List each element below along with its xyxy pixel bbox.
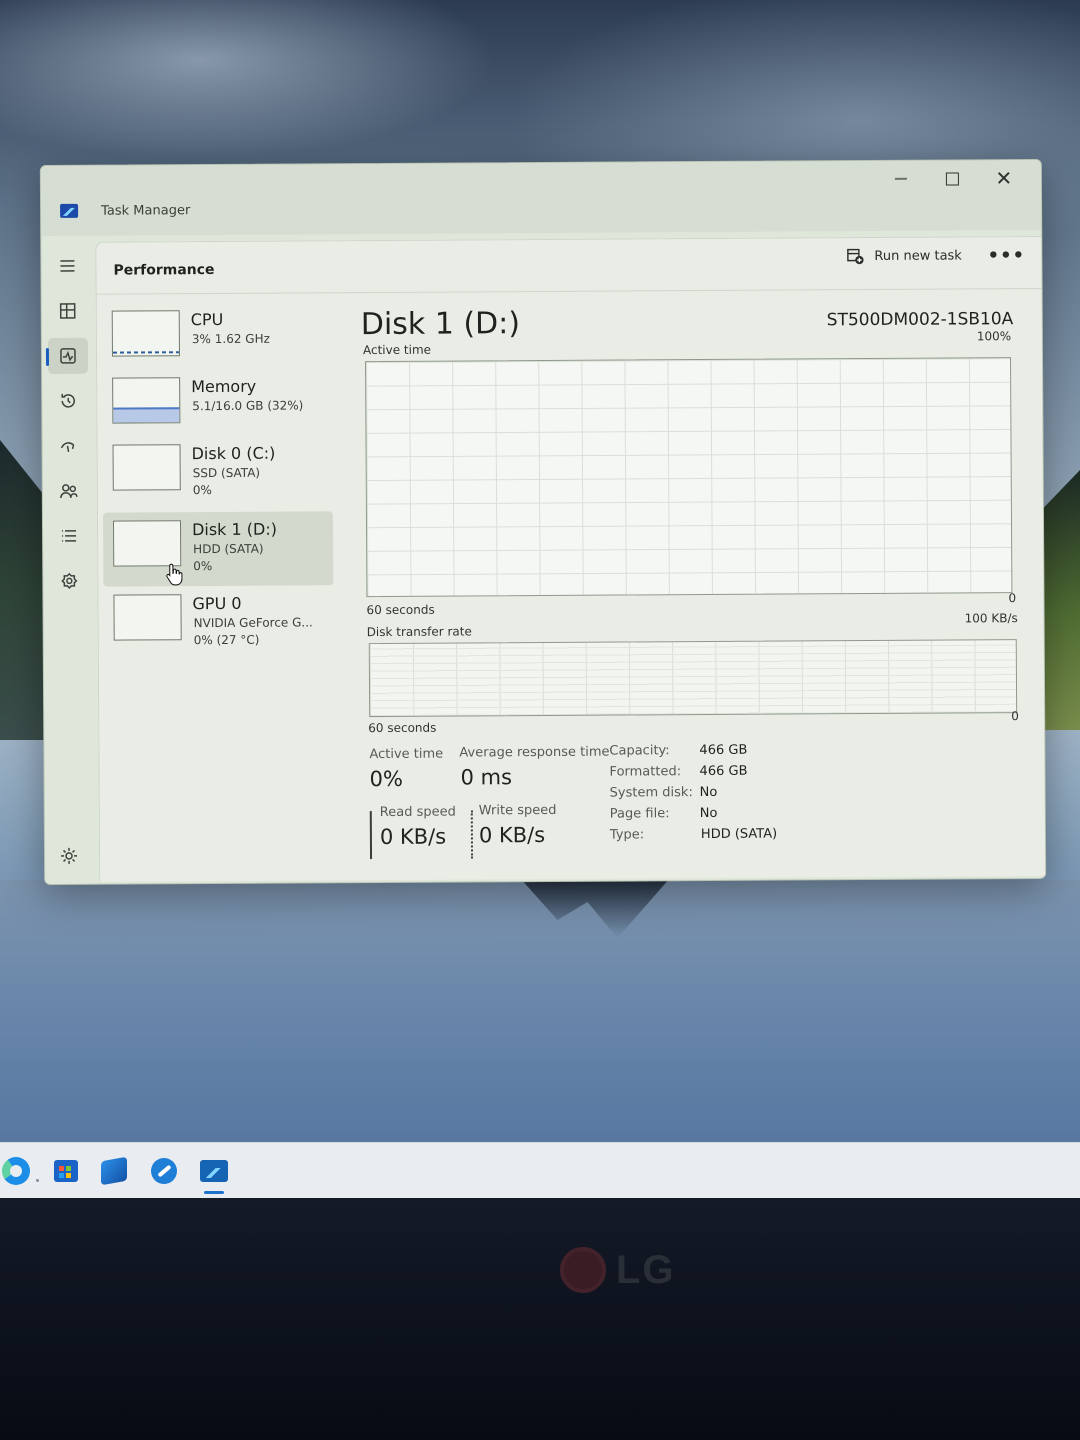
transfer-rate-graph-min: 0 — [1011, 709, 1019, 724]
page-file-value: No — [699, 805, 718, 822]
hand-cursor-icon — [166, 563, 183, 586]
device-list: CPU 3% 1.62 GHz Memory 5.1/16.0 GB (32%)… — [102, 301, 336, 882]
task-manager-window: Task Manager ✕ Performance Run new task … — [39, 158, 1047, 886]
nav-rail — [41, 236, 97, 885]
capacity-label: Capacity: — [609, 743, 670, 759]
formatted-value: 466 GB — [699, 763, 748, 780]
task-manager-app-icon — [60, 203, 79, 218]
edge-icon[interactable] — [2, 1157, 30, 1185]
active-time-stat-value: 0% — [369, 766, 403, 792]
write-speed-label: Write speed — [478, 802, 557, 819]
transfer-rate-graph — [368, 639, 1018, 718]
capacity-value: 466 GB — [699, 742, 748, 759]
page-file-label: Page file: — [609, 806, 670, 822]
device-detail: SSD (SATA) — [192, 465, 261, 481]
taskbar-active-indicator — [204, 1191, 224, 1194]
transfer-rate-graph-label: Disk transfer rate — [366, 624, 472, 640]
disk1-thumbnail-graph — [112, 520, 182, 567]
gpu-thumbnail-graph — [113, 594, 182, 641]
device-disk-1[interactable]: Disk 1 (D:) HDD (SATA) 0% — [102, 511, 334, 587]
window-title: Task Manager — [101, 203, 191, 219]
device-detail: HDD (SATA) — [193, 541, 264, 557]
startup-apps-icon[interactable] — [48, 428, 88, 464]
run-new-task-label: Run new task — [874, 247, 962, 264]
taskbar — [0, 1142, 1080, 1198]
device-gpu-0[interactable]: GPU 0 NVIDIA GeForce G... 0% (27 °C) — [103, 585, 333, 660]
type-value: HDD (SATA) — [700, 826, 778, 843]
page-title: Performance — [113, 262, 215, 279]
details-icon[interactable] — [49, 518, 89, 554]
memory-thumbnail-graph — [112, 377, 181, 424]
lg-logo-icon — [560, 1247, 606, 1293]
services-icon[interactable] — [49, 563, 89, 599]
active-time-graph-max: 100% — [976, 329, 1012, 344]
monitor-brand-text: LG — [616, 1247, 676, 1292]
system-disk-label: System disk: — [609, 785, 693, 801]
active-time-graph-min: 0 — [1008, 591, 1017, 606]
device-disk-0[interactable]: Disk 0 (C:) SSD (SATA) 0% — [102, 435, 332, 510]
system-disk-value: No — [699, 784, 718, 801]
app-history-icon[interactable] — [48, 383, 88, 419]
active-time-graph — [365, 357, 1013, 598]
more-options-button[interactable]: ••• — [988, 241, 1026, 269]
hamburger-icon[interactable] — [47, 248, 87, 284]
disk-model: ST500DM002-1SB10A — [826, 309, 1014, 331]
device-usage: 0% — [192, 483, 212, 498]
active-time-graph-timespan: 60 seconds — [366, 602, 435, 618]
device-detail: 5.1/16.0 GB (32%) — [192, 398, 304, 414]
active-nav-indicator — [45, 348, 50, 367]
vscode-icon[interactable] — [150, 1157, 178, 1185]
outlook-icon[interactable] — [100, 1156, 128, 1186]
settings-icon[interactable] — [59, 846, 81, 868]
read-speed-value: 0 KB/s — [379, 824, 447, 850]
minimize-button[interactable] — [876, 163, 926, 195]
transfer-rate-graph-max: 100 KB/s — [964, 611, 1018, 626]
device-memory[interactable]: Memory 5.1/16.0 GB (32%) — [102, 368, 332, 443]
write-speed-legend-line — [470, 810, 474, 859]
device-cpu[interactable]: CPU 3% 1.62 GHz — [102, 301, 332, 376]
title-bar[interactable]: Task Manager ✕ — [40, 159, 1042, 237]
active-time-graph-label: Active time — [362, 342, 432, 358]
run-new-task-icon — [847, 248, 864, 265]
device-detail: NVIDIA GeForce G... — [193, 615, 313, 631]
avg-response-stat-value: 0 ms — [460, 765, 513, 790]
monitor-bezel — [0, 1198, 1080, 1440]
disk-title: Disk 1 (D:) — [360, 306, 521, 343]
users-icon[interactable] — [49, 473, 89, 509]
device-name: Disk 1 (D:) — [191, 519, 278, 540]
read-speed-label: Read speed — [379, 804, 456, 821]
formatted-label: Formatted: — [609, 764, 682, 780]
wallpaper-lake — [0, 880, 1080, 1145]
active-time-stat-label: Active time — [369, 746, 444, 763]
taskbar-running-dot — [36, 1179, 39, 1182]
run-new-task-button[interactable]: Run new task — [846, 241, 962, 270]
device-usage: 0% (27 °C) — [193, 632, 260, 648]
device-name: GPU 0 — [192, 593, 242, 614]
avg-response-stat-label: Average response time — [459, 744, 610, 761]
close-button[interactable]: ✕ — [979, 162, 1029, 194]
disk0-thumbnail-graph — [112, 444, 181, 491]
processes-icon[interactable] — [48, 293, 88, 329]
performance-icon[interactable] — [47, 337, 89, 375]
task-manager-icon[interactable] — [200, 1157, 228, 1185]
type-label: Type: — [609, 827, 645, 843]
read-speed-legend-line — [369, 811, 373, 860]
device-detail: 3% 1.62 GHz — [191, 331, 270, 347]
performance-content: Performance Run new task ••• CPU 3% 1.62… — [95, 235, 1046, 882]
write-speed-value: 0 KB/s — [478, 822, 546, 848]
cpu-thumbnail-graph — [111, 310, 180, 357]
transfer-rate-graph-timespan: 60 seconds — [368, 720, 437, 736]
device-name: CPU — [190, 309, 224, 330]
device-name: Memory — [191, 376, 257, 397]
page-header: Performance Run new task ••• — [96, 236, 1042, 295]
device-usage: 0% — [193, 559, 213, 574]
maximize-button[interactable] — [927, 162, 977, 194]
monitor-brand-logo: LG — [560, 1246, 676, 1294]
microsoft-store-icon[interactable] — [52, 1157, 80, 1185]
device-name: Disk 0 (C:) — [191, 443, 276, 464]
